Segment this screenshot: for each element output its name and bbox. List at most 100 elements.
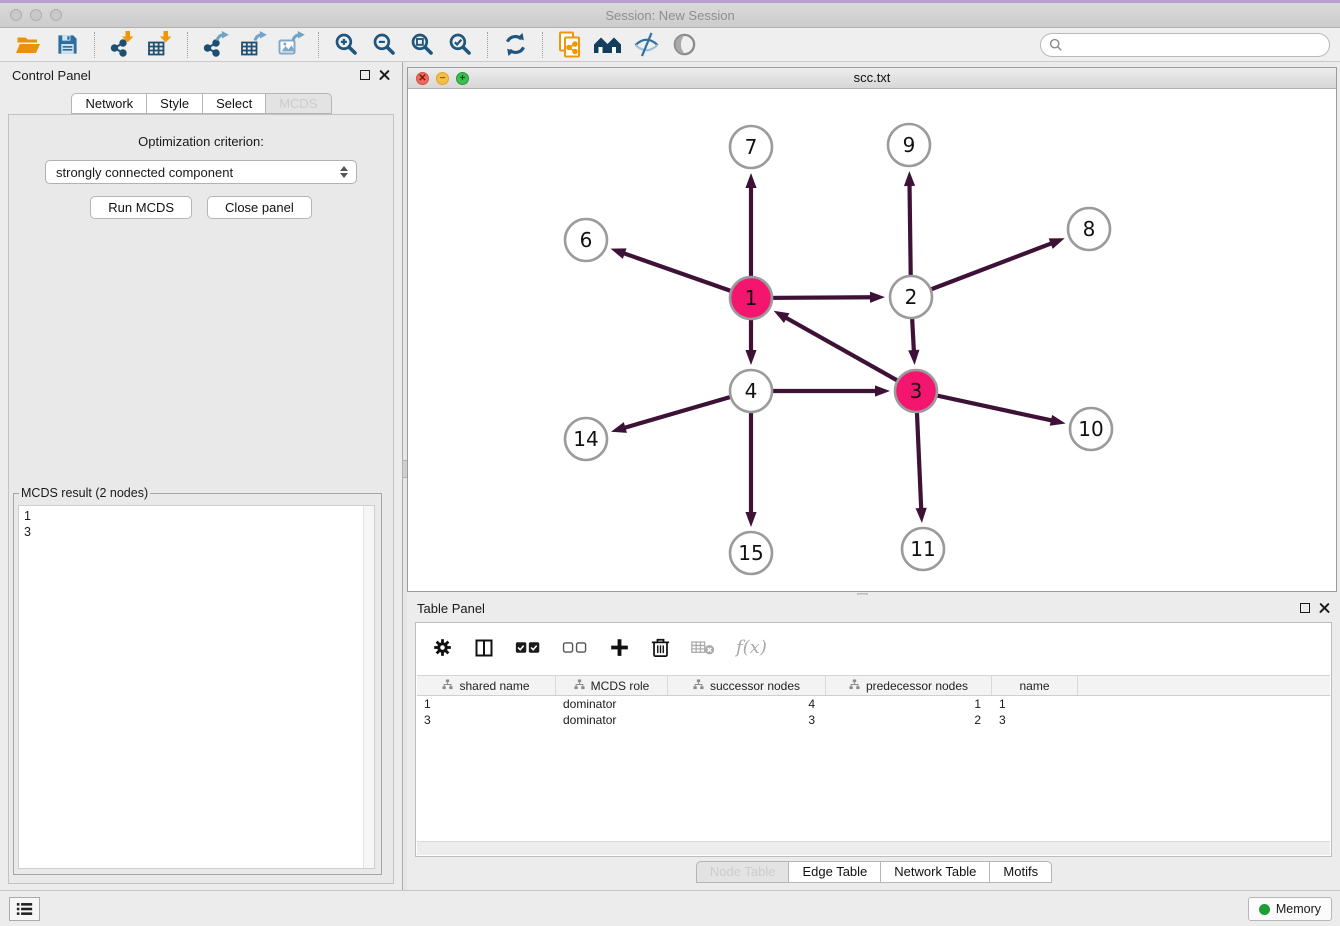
- tab-edge-table[interactable]: Edge Table: [788, 861, 881, 883]
- apply-function-icon[interactable]: f(x): [736, 637, 767, 658]
- result-scrollbar[interactable]: [363, 506, 374, 868]
- mcds-panel-body: Optimization criterion: strongly connect…: [8, 114, 394, 884]
- search-box[interactable]: [1040, 33, 1330, 57]
- toolbar-separator: [187, 32, 188, 58]
- deselect-all-icon[interactable]: [562, 640, 588, 655]
- mac-traffic-lights[interactable]: [10, 9, 62, 21]
- zoom-fit-icon[interactable]: [406, 30, 438, 60]
- memory-button[interactable]: Memory: [1248, 897, 1332, 921]
- select-all-icon[interactable]: [515, 640, 541, 655]
- tab-style[interactable]: Style: [146, 93, 203, 114]
- toolbar-separator: [487, 32, 488, 58]
- table-cell[interactable]: 1: [992, 696, 1078, 712]
- zoom-selected-icon[interactable]: [444, 30, 476, 60]
- table-tabs: Node Table Edge Table Network Table Moti…: [407, 861, 1340, 883]
- export-table-icon[interactable]: [237, 30, 269, 60]
- delete-table-icon[interactable]: [691, 640, 715, 656]
- table-cell[interactable]: 3: [668, 712, 826, 728]
- control-panel-header: Control Panel: [0, 62, 402, 88]
- edge-3-1[interactable]: [785, 317, 916, 391]
- graph-node-label-4: 4: [745, 379, 758, 403]
- export-image-icon[interactable]: [275, 30, 307, 60]
- column-label: predecessor nodes: [866, 679, 968, 693]
- duplicate-network-icon[interactable]: [554, 30, 586, 60]
- network-canvas[interactable]: 1234678910111415: [408, 89, 1336, 591]
- minimize-window-icon[interactable]: [30, 9, 42, 21]
- table-settings-icon[interactable]: [432, 637, 453, 658]
- table-cell[interactable]: 1: [826, 696, 992, 712]
- apply-layout-icon[interactable]: [499, 30, 531, 60]
- table-cell[interactable]: dominator: [556, 712, 668, 728]
- mcds-result-line: 1: [24, 508, 369, 524]
- save-session-icon[interactable]: [51, 30, 83, 60]
- table-horizontal-scrollbar[interactable]: [417, 841, 1330, 855]
- column-header-successor-nodes[interactable]: successor nodes: [668, 676, 826, 695]
- open-session-icon[interactable]: [13, 30, 45, 60]
- toolbar-separator: [94, 32, 95, 58]
- mcds-result-text[interactable]: 13: [18, 505, 375, 869]
- zoom-out-icon[interactable]: [368, 30, 400, 60]
- graph-node-label-7: 7: [745, 135, 758, 159]
- toolbar-separator: [318, 32, 319, 58]
- network-zoom-icon[interactable]: +: [456, 72, 469, 85]
- close-panel-button[interactable]: Close panel: [207, 196, 312, 219]
- close-table-panel-icon[interactable]: [1319, 603, 1330, 614]
- import-network-icon[interactable]: [106, 30, 138, 60]
- tab-network-table[interactable]: Network Table: [880, 861, 990, 883]
- column-label: name: [1019, 679, 1049, 693]
- graph-node-label-1: 1: [745, 286, 758, 310]
- float-table-panel-icon[interactable]: [1300, 603, 1310, 613]
- table-row[interactable]: 3dominator323: [417, 712, 1330, 728]
- table-cell[interactable]: dominator: [556, 696, 668, 712]
- column-header-MCDS-role[interactable]: MCDS role: [556, 676, 668, 695]
- dropdown-stepper-icon: [340, 166, 350, 178]
- hide-selected-icon[interactable]: [630, 30, 662, 60]
- table-cell[interactable]: 1: [417, 696, 556, 712]
- mac-titlebar: Session: New Session: [0, 3, 1340, 28]
- table-cell[interactable]: 3: [992, 712, 1078, 728]
- float-panel-icon[interactable]: [360, 70, 370, 80]
- task-history-button[interactable]: [9, 897, 40, 921]
- tab-network[interactable]: Network: [71, 93, 147, 114]
- delete-column-icon[interactable]: [651, 637, 670, 658]
- column-header-name[interactable]: name: [992, 676, 1078, 695]
- show-all-icon[interactable]: [668, 30, 700, 60]
- tab-mcds[interactable]: MCDS: [265, 93, 331, 114]
- first-neighbors-icon[interactable]: [592, 30, 624, 60]
- network-close-icon[interactable]: ✕: [416, 72, 429, 85]
- table-cell[interactable]: 4: [668, 696, 826, 712]
- column-label: MCDS role: [591, 679, 650, 693]
- import-table-icon[interactable]: [144, 30, 176, 60]
- edge-2-8[interactable]: [911, 243, 1053, 297]
- main-toolbar: [0, 28, 1340, 62]
- criterion-dropdown[interactable]: strongly connected component: [45, 160, 357, 184]
- column-header-predecessor-nodes[interactable]: predecessor nodes: [826, 676, 992, 695]
- column-type-icon: [442, 679, 453, 693]
- zoom-in-icon[interactable]: [330, 30, 362, 60]
- network-minimize-icon[interactable]: −: [436, 72, 449, 85]
- table-panel-inner: f(x) shared name MCDS role successor nodes…: [415, 622, 1332, 857]
- edge-arrowhead: [745, 173, 756, 188]
- table-row[interactable]: 1dominator411: [417, 696, 1330, 712]
- control-panel: Control Panel Network Style Select MCDS …: [0, 62, 402, 890]
- tab-motifs[interactable]: Motifs: [989, 861, 1052, 883]
- edge-arrowhead: [904, 171, 915, 186]
- search-input[interactable]: [1069, 37, 1321, 53]
- close-window-icon[interactable]: [10, 9, 22, 21]
- network-graph[interactable]: 1234678910111415: [408, 89, 1336, 592]
- run-mcds-button[interactable]: Run MCDS: [90, 196, 192, 219]
- tab-node-table[interactable]: Node Table: [696, 861, 790, 883]
- tab-select[interactable]: Select: [202, 93, 266, 114]
- network-window-titlebar[interactable]: ✕ − + scc.txt: [408, 68, 1336, 89]
- add-column-icon[interactable]: [609, 637, 630, 658]
- search-icon: [1049, 38, 1063, 52]
- table-cell[interactable]: 2: [826, 712, 992, 728]
- table-cell[interactable]: 3: [417, 712, 556, 728]
- window-title: Session: New Session: [0, 3, 1340, 28]
- graph-node-label-15: 15: [738, 541, 763, 565]
- show-column-panel-icon[interactable]: [474, 638, 494, 658]
- export-network-icon[interactable]: [199, 30, 231, 60]
- close-panel-icon[interactable]: [379, 70, 390, 81]
- zoom-window-icon[interactable]: [50, 9, 62, 21]
- column-header-shared-name[interactable]: shared name: [417, 676, 556, 695]
